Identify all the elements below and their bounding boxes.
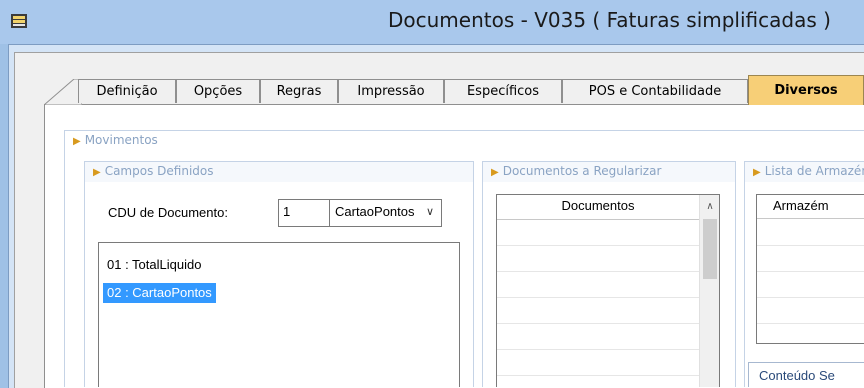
collapse-arrow-icon[interactable]: ▶ (753, 163, 761, 182)
title-bar: Documentos - V035 ( Faturas simplificada… (0, 0, 864, 44)
group-conteudo: Conteúdo Se (748, 362, 864, 387)
cdu-documento-label: CDU de Documento: (108, 205, 228, 220)
armazens-grid[interactable]: Armazém (756, 194, 864, 344)
group-movimentos-title: Movimentos (84, 133, 158, 147)
group-campos-header: ▶ Campos Definidos (85, 162, 473, 182)
documentos-grid[interactable]: Documentos ∧ (496, 194, 720, 387)
app-icon[interactable] (10, 13, 28, 29)
group-regularizar-header: ▶ Documentos a Regularizar (483, 162, 735, 182)
collapse-arrow-icon[interactable]: ▶ (73, 132, 81, 151)
list-item-selected[interactable]: 02 : CartaoPontos (103, 283, 216, 303)
scroll-thumb[interactable] (703, 219, 717, 279)
group-movimentos-header: ▶ Movimentos (65, 131, 864, 151)
grid-row-line (497, 323, 699, 324)
grid-row-line (757, 245, 864, 246)
grid-row-line (497, 375, 699, 376)
chevron-down-icon[interactable]: ∨ (419, 200, 441, 226)
tab-opcoes[interactable]: Opções (176, 79, 260, 103)
collapse-arrow-icon[interactable]: ▶ (93, 163, 101, 182)
grid-row-line (497, 245, 699, 246)
tab-regras[interactable]: Regras (260, 79, 338, 103)
group-armazens-title: Lista de Armazéns (764, 164, 864, 178)
grid-row-line (497, 297, 699, 298)
tab-strip: Definição Opções Regras Impressão Especí… (44, 75, 864, 105)
collapse-arrow-icon[interactable]: ▶ (491, 163, 499, 182)
grid-row-line (757, 271, 864, 272)
documentos-column-header[interactable]: Documentos (497, 195, 699, 220)
scroll-up-icon[interactable]: ∧ (700, 199, 719, 215)
group-armazens-header: ▶Lista de Armazéns (745, 162, 864, 182)
list-item[interactable]: 01 : TotalLiquido (103, 255, 205, 275)
grid-row-line (497, 349, 699, 350)
campos-listbox[interactable]: 01 : TotalLiquido 02 : CartaoPontos (98, 242, 460, 387)
tab-diversos[interactable]: Diversos (748, 75, 864, 105)
cdu-field-combo[interactable]: CartaoPontos ∨ (329, 199, 442, 227)
cdu-field-combo-value: CartaoPontos (335, 204, 415, 219)
documentos-scrollbar[interactable]: ∧ (699, 195, 719, 387)
tab-definicao[interactable]: Definição (78, 79, 176, 103)
group-regularizar-title: Documentos a Regularizar (502, 164, 662, 178)
grid-row-line (497, 271, 699, 272)
grid-row-line (757, 297, 864, 298)
window-title: Documentos - V035 ( Faturas simplificada… (388, 8, 831, 32)
cdu-number-input[interactable]: 1 (278, 199, 330, 227)
app-window: Documentos - V035 ( Faturas simplificada… (0, 0, 864, 388)
tab-pos-contabilidade[interactable]: POS e Contabilidade (562, 79, 748, 103)
group-conteudo-title: Conteúdo Se (759, 368, 835, 383)
tab-impressao[interactable]: Impressão (338, 79, 444, 103)
group-campos-title: Campos Definidos (104, 164, 214, 178)
armazem-column-header[interactable]: Armazém (757, 195, 864, 219)
grid-row-line (757, 323, 864, 324)
tab-especificos[interactable]: Específicos (444, 79, 562, 103)
